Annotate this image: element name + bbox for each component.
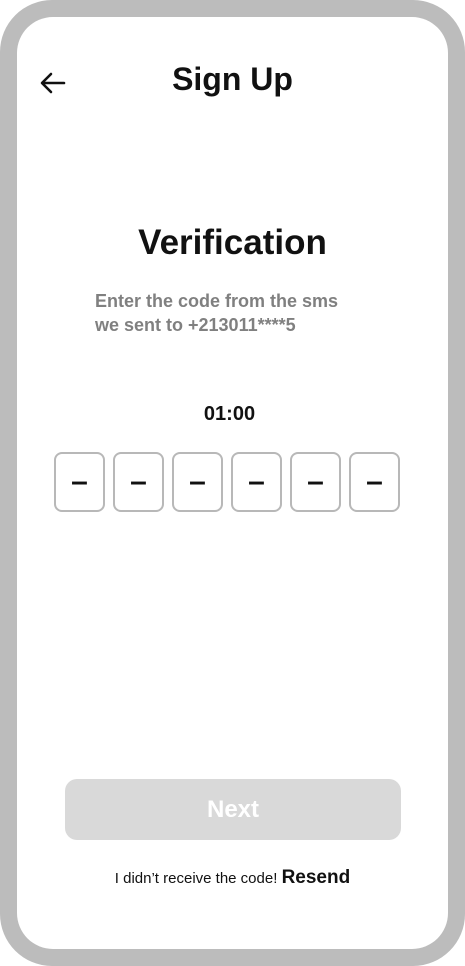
next-button[interactable]: Next: [65, 779, 401, 840]
code-digit-1[interactable]: –: [54, 452, 105, 512]
screen: Sign Up Verification Enter the code from…: [17, 17, 448, 949]
instructions-line-1: Enter the code from the sms: [95, 291, 339, 311]
code-digit-4[interactable]: –: [231, 452, 282, 512]
code-digit-3[interactable]: –: [172, 452, 223, 512]
device-frame: Sign Up Verification Enter the code from…: [0, 0, 465, 966]
resend-prompt: I didn’t receive the code!: [114, 870, 278, 887]
code-input-group: – – – – – –: [54, 452, 400, 512]
page-title: Sign Up: [172, 61, 293, 97]
countdown-timer: 01:00: [203, 403, 256, 425]
verification-instructions: Enter the code from the sms we sent to +…: [95, 289, 415, 337]
code-digit-5[interactable]: –: [290, 452, 341, 512]
instructions-line-2: we sent to +213011****5: [95, 315, 296, 335]
resend-row: I didn’t receive the code! Resend: [17, 867, 448, 889]
code-digit-6[interactable]: –: [349, 452, 400, 512]
verification-heading: Verification: [138, 223, 327, 262]
code-digit-2[interactable]: –: [113, 452, 164, 512]
resend-link[interactable]: Resend: [282, 867, 351, 888]
